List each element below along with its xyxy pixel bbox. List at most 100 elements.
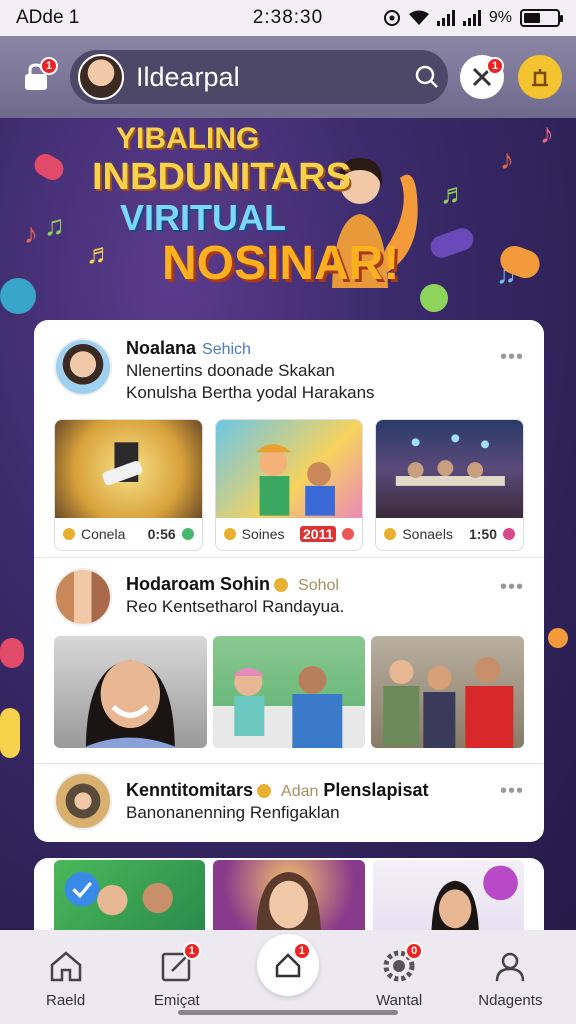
post-text: Banonanenning Renfigaklan [126, 803, 340, 822]
nav-badge: 1 [292, 942, 311, 960]
tile-label: Sonaels [402, 526, 453, 543]
home-icon [46, 946, 86, 986]
status-dot [342, 528, 355, 541]
signal-icon-2 [462, 10, 481, 26]
compose-button[interactable]: 1 [256, 934, 319, 996]
notifications-badge: 1 [486, 57, 504, 75]
hero-title-line4: NOSINAR! [162, 237, 400, 290]
post-tag[interactable]: Adan [281, 783, 318, 800]
music-note-icon: ♬ [440, 178, 468, 209]
alarm-icon [383, 10, 400, 26]
avatar[interactable] [78, 54, 124, 100]
post-photo[interactable] [372, 860, 524, 936]
rewards-icon [532, 69, 548, 87]
post-photo[interactable] [212, 636, 366, 748]
nav-item-settings[interactable]: 0 Wantal [354, 941, 444, 1009]
search-input[interactable]: Ildearpal [136, 62, 414, 93]
search-bar[interactable]: Ildearpal [70, 50, 448, 104]
nav-badge: 1 [182, 941, 201, 960]
profile-icon [490, 946, 530, 986]
tile-image [376, 420, 524, 519]
music-note-icon: ♪ [500, 144, 514, 175]
hero-title-line1: YIBALING [116, 122, 260, 155]
post-text: Reo Kentsetharol Randayua. [126, 597, 345, 616]
edit-icon: 1 [157, 941, 201, 986]
post-tag[interactable]: Sohol [298, 577, 339, 594]
signal-icon [436, 10, 455, 26]
more-options-icon[interactable]: ••• [500, 780, 524, 803]
feed-card-2 [34, 858, 544, 938]
post[interactable]: Hodaroam Sohin Sohol Reo Kentsetharol Ran… [34, 558, 544, 764]
battery-percent: 9% [488, 9, 512, 26]
music-note-icon: ♪ [24, 218, 38, 249]
lock-button[interactable]: 1 [14, 55, 58, 99]
avatar[interactable] [54, 568, 112, 626]
post-photo[interactable] [54, 636, 207, 748]
status-icons: 9% [383, 9, 563, 27]
media-tile[interactable]: Soines 2011 [214, 419, 364, 551]
post-photo[interactable] [371, 636, 525, 748]
avatar[interactable] [54, 772, 112, 830]
decor-pill [427, 225, 477, 261]
coin-icon [63, 528, 75, 541]
tile-image [55, 420, 202, 519]
post-author[interactable]: Kenntitomitars [126, 780, 253, 800]
home-indicator[interactable] [178, 1010, 398, 1015]
tile-label: Soines [241, 526, 285, 543]
status-dot [503, 528, 516, 541]
tile-image [215, 420, 363, 519]
post-photo[interactable] [54, 860, 206, 936]
status-dot [181, 528, 194, 541]
wifi-icon [408, 10, 429, 25]
nav-item-profile[interactable]: Ndagents [465, 946, 555, 1009]
verified-icon [257, 784, 272, 799]
post[interactable]: Kenntitomitars Adan Plenslapisat Banonane… [34, 764, 544, 842]
decor-pill [0, 708, 20, 758]
battery-fill [524, 13, 540, 23]
rewards-button[interactable] [518, 55, 562, 99]
hero-title: YIBALING INBDUNITARS VIRITUAL NOSINAR! [92, 124, 399, 288]
tile-value: 0:56 [147, 526, 176, 543]
post-text: Nlenertins doonade Skakan [126, 361, 335, 380]
status-bar: ADde 1 2:38:30 9% [0, 0, 576, 36]
verified-icon [274, 578, 289, 593]
post-photo[interactable] [213, 860, 365, 936]
post-author[interactable]: Hodaroam Sohin [126, 574, 270, 594]
music-note-icon: ♫ [44, 210, 65, 241]
carrier-label: ADde 1 [16, 7, 80, 28]
feed-card: Noalana Sehich Nlenertins doonade Skakan … [34, 320, 544, 842]
nav-label: Wantal [376, 991, 423, 1009]
decor-pill [548, 628, 568, 648]
post[interactable]: Noalana Sehich Nlenertins doonade Skakan … [34, 320, 544, 558]
more-options-icon[interactable]: ••• [500, 576, 524, 599]
notifications-button[interactable]: 1 [460, 55, 504, 99]
coin-icon [223, 528, 236, 541]
post-author[interactable]: Noalana [126, 338, 196, 358]
lock-badge: 1 [40, 57, 58, 75]
post-tag[interactable]: Sehich [202, 341, 251, 358]
nav-item-edit[interactable]: 1 Emiçat [132, 941, 222, 1009]
hero-title-line3: VIRITUAL [120, 197, 286, 238]
media-tile[interactable]: Conela 0:56 [54, 419, 203, 551]
decor-pill [0, 278, 36, 314]
music-note-icon: ♪ [540, 118, 554, 149]
search-icon[interactable] [414, 64, 440, 90]
app-bar: 1 Ildearpal 1 [0, 36, 576, 118]
nav-item-compose[interactable]: 1 [243, 934, 333, 996]
tile-label: Conela [81, 526, 126, 543]
nav-item-home[interactable]: Raeld [21, 946, 111, 1009]
battery-icon [520, 9, 563, 27]
media-tile[interactable]: Sonaels 1:50 [375, 419, 525, 551]
post-text: Konulsha Bertha yodal Harakans [126, 383, 375, 402]
tile-value: 2011 [299, 526, 337, 543]
avatar[interactable] [54, 338, 112, 396]
tile-value: 1:50 [468, 526, 498, 543]
nav-label: Ndagents [478, 991, 543, 1009]
post-author-extra[interactable]: Plenslapisat [323, 780, 428, 800]
nav-label: Emiçat [153, 991, 200, 1009]
decor-pill [30, 149, 68, 185]
more-options-icon[interactable]: ••• [500, 346, 524, 369]
nav-badge: 0 [405, 941, 424, 960]
coin-icon [384, 528, 397, 541]
nav-label: Raeld [45, 991, 86, 1009]
